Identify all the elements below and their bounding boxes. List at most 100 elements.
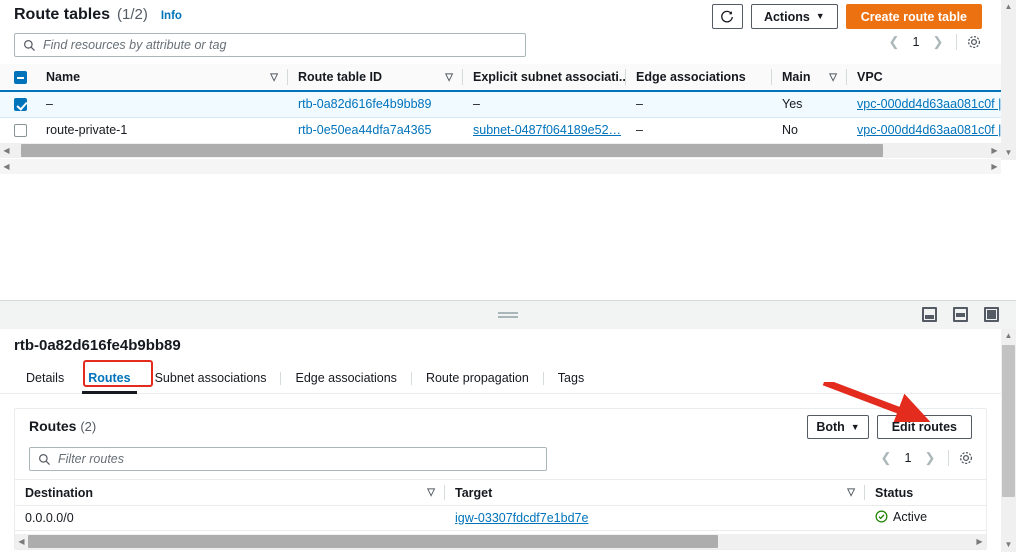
divider [956,34,957,50]
split-panel-full-icon[interactable] [984,307,999,322]
panel-vertical-scrollbar[interactable]: ▲ ▼ [1001,329,1016,552]
column-header-name[interactable]: Name ▽ [36,64,288,92]
routes-card-title: Routes (2) [29,418,96,434]
select-all-checkbox[interactable] [14,71,27,85]
detail-resource-id: rtb-0a82d616fe4b9bb89 [14,337,181,354]
actions-label: Actions [763,9,810,24]
vpc-link[interactable]: vpc-000dd4d63aa081c0f | v [857,97,1002,111]
column-label: Status [875,485,914,500]
scrollbar-track[interactable] [13,143,988,158]
page-vertical-scrollbar[interactable]: ▲ ▼ [1001,0,1016,160]
scroll-up-icon[interactable]: ▲ [1001,0,1016,14]
scroll-right-icon[interactable]: ▶ [988,162,1001,171]
check-circle-icon [875,510,888,523]
actions-button[interactable]: Actions ▼ [750,4,838,29]
chevron-down-icon: ▼ [815,11,825,21]
row-select-cell [0,117,36,142]
subnet-link[interactable]: subnet-0487f064189e52… [473,123,621,137]
scroll-left-icon[interactable]: ◀ [15,537,28,546]
route-filter-dropdown[interactable]: Both ▼ [807,415,869,439]
routes-row: 0.0.0.0/0 igw-03307fdcdf7e1bd7e Active [15,505,986,531]
scrollbar-thumb[interactable] [1002,14,1015,142]
next-page-button[interactable]: ❯ [929,33,947,51]
scrollbar-track[interactable] [28,534,973,549]
scroll-up-icon[interactable]: ▲ [1001,329,1016,343]
scrollbar-thumb[interactable] [28,535,718,548]
route-table-id-link[interactable]: rtb-0e50ea44dfa7a4365 [298,123,431,137]
gear-icon[interactable] [966,34,982,50]
cell-status: Active [865,505,986,531]
search-box[interactable] [14,33,526,57]
column-header-target[interactable]: Target ▽ [445,479,865,506]
cell-target: igw-03307fdcdf7e1bd7e [445,505,865,531]
tab-route-propagation[interactable]: Route propagation [414,371,541,393]
scroll-right-icon[interactable]: ▶ [973,537,986,546]
column-header-main[interactable]: Main ▽ [772,64,847,92]
row-checkbox[interactable] [14,124,27,138]
prev-page-button[interactable]: ❮ [885,33,903,51]
filter-routes-box[interactable] [29,447,547,471]
column-header-explicit-subnet[interactable]: Explicit subnet associati... [463,64,626,92]
column-header-edge-associations[interactable]: Edge associations [626,64,772,92]
column-label: Name [46,70,81,84]
page-title: Route tables [14,6,111,23]
tab-details[interactable]: Details [14,371,76,393]
split-panel-bottom-icon[interactable] [922,307,937,322]
split-panel-bar [0,301,1016,329]
scroll-down-icon[interactable]: ▼ [1001,538,1016,552]
page-horizontal-scrollbar[interactable]: ◀ ▶ [0,159,1001,174]
list-pagination: ❮ 1 ❯ [885,33,982,51]
select-all-header [0,64,36,92]
refresh-button[interactable] [711,4,743,29]
cell-route-table-id: rtb-0a82d616fe4b9bb89 [288,91,463,118]
prev-page-button[interactable]: ❮ [877,449,895,467]
next-page-button[interactable]: ❯ [921,449,939,467]
route-table-id-link[interactable]: rtb-0a82d616fe4b9bb89 [298,97,431,111]
scrollbar-track[interactable] [13,159,988,174]
vpc-link[interactable]: vpc-000dd4d63aa081c0f | v [857,123,1002,137]
filter-routes-input[interactable] [58,452,538,466]
divider [948,450,949,466]
row-checkbox[interactable] [14,98,27,112]
routes-header-row: Destination ▽ Target ▽ Status [15,479,986,506]
gear-icon[interactable] [958,450,974,466]
page-number[interactable]: 1 [907,35,925,49]
page-number[interactable]: 1 [899,451,917,465]
sort-icon: ▽ [829,71,837,83]
tab-edge-associations[interactable]: Edge associations [283,371,408,393]
scroll-left-icon[interactable]: ◀ [0,162,13,171]
cell-destination: 0.0.0.0/0 [15,505,445,531]
column-header-destination[interactable]: Destination ▽ [15,479,445,506]
tab-routes[interactable]: Routes [76,371,142,394]
routes-card-actions: Both ▼ Edit routes [807,415,972,439]
detail-tabs: Details Routes Subnet associations Edge … [0,360,1001,394]
table-row[interactable]: – rtb-0a82d616fe4b9bb89 – – Yes vpc-000d… [0,91,1002,118]
scroll-left-icon[interactable]: ◀ [0,146,13,155]
table-horizontal-scrollbar[interactable]: ◀ ▶ [0,143,1001,158]
column-header-status[interactable]: Status [865,479,986,506]
column-header-route-table-id[interactable]: Route table ID ▽ [288,64,463,92]
search-icon [39,453,50,465]
split-panel-resize-handle[interactable] [498,312,518,320]
chevron-down-icon: ▼ [850,421,860,432]
scroll-down-icon[interactable]: ▼ [1001,146,1016,160]
routes-horizontal-scrollbar[interactable]: ◀ ▶ [15,534,986,549]
sort-icon: ▽ [427,487,435,498]
search-input[interactable] [43,38,517,52]
split-panel-center-icon[interactable] [953,307,968,322]
table-header-row: Name ▽ Route table ID ▽ Explicit subnet … [0,64,1002,92]
tab-subnet-associations[interactable]: Subnet associations [143,371,279,393]
create-route-table-button[interactable]: Create route table [845,4,982,29]
info-link[interactable]: Info [161,10,182,22]
scrollbar-thumb[interactable] [1002,345,1015,497]
column-label: VPC [857,70,883,84]
column-label: Target [455,485,493,500]
target-gateway-link[interactable]: igw-03307fdcdf7e1bd7e [455,511,588,525]
table-row[interactable]: route-private-1 rtb-0e50ea44dfa7a4365 su… [0,117,1002,142]
sort-icon: ▽ [270,71,278,83]
edit-routes-button[interactable]: Edit routes [876,415,972,439]
scrollbar-thumb[interactable] [21,144,883,157]
tab-tags[interactable]: Tags [546,371,596,393]
scroll-right-icon[interactable]: ▶ [988,146,1001,155]
column-header-vpc[interactable]: VPC [847,64,1002,92]
